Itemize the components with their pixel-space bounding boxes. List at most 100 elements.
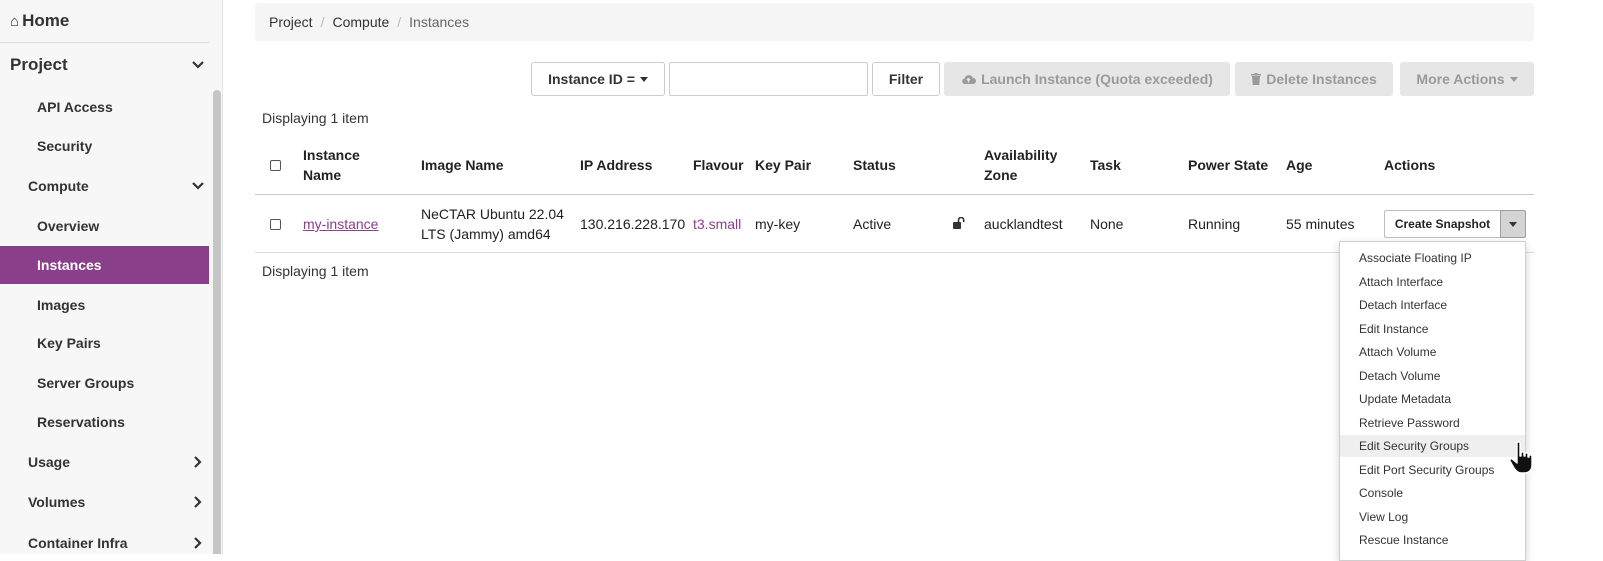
sidebar-item-compute[interactable]: Compute	[0, 167, 209, 205]
menu-item-attach-volume[interactable]: Attach Volume	[1340, 341, 1525, 363]
sidebar-item-instances[interactable]: Instances	[0, 246, 209, 284]
chevron-down-icon	[192, 182, 204, 190]
sidebar-item-label: Security	[37, 138, 93, 154]
menu-item-update-metadata[interactable]: Update Metadata	[1340, 388, 1525, 410]
sidebar-item-volumes[interactable]: Volumes	[0, 483, 209, 521]
flavour-link[interactable]: t3.small	[693, 214, 741, 234]
image-name-cell: NeCTAR Ubuntu 22.04 LTS (Jammy) amd64	[421, 204, 564, 244]
col-header-status[interactable]: Status	[853, 155, 896, 175]
menu-item-edit-security-groups[interactable]: Edit Security Groups	[1340, 435, 1525, 457]
more-actions-button[interactable]: More Actions	[1400, 62, 1534, 96]
col-header-availability-zone[interactable]: Availability Zone	[984, 145, 1057, 185]
image-name-line: NeCTAR Ubuntu 22.04	[421, 206, 564, 222]
breadcrumb-separator: /	[320, 14, 325, 30]
col-header-key-pair[interactable]: Key Pair	[755, 155, 811, 175]
launch-instance-button[interactable]: Launch Instance (Quota exceeded)	[944, 62, 1230, 96]
sidebar-item-usage[interactable]: Usage	[0, 443, 209, 481]
displaying-count-bottom: Displaying 1 item	[262, 263, 369, 279]
sidebar-item-label: Container Infra	[28, 535, 128, 551]
sidebar-item-project[interactable]: Project	[0, 45, 209, 85]
sidebar-item-server-groups[interactable]: Server Groups	[0, 364, 209, 402]
sidebar-item-label: Overview	[37, 218, 100, 234]
chevron-right-icon	[194, 537, 202, 549]
breadcrumb-separator: /	[397, 14, 402, 30]
home-label: Home	[22, 11, 70, 30]
home-link[interactable]: ⌂ Home	[10, 8, 69, 34]
col-header-line: Availability	[984, 147, 1058, 163]
sidebar-item-label: Key Pairs	[37, 335, 101, 351]
caret-down-icon	[639, 76, 648, 82]
sidebar: ⌂ Home Project API Access Security Comput…	[0, 0, 223, 554]
task-cell: None	[1090, 216, 1124, 232]
launch-instance-label: Launch Instance (Quota exceeded)	[981, 71, 1213, 87]
menu-item-rescue-instance[interactable]: Rescue Instance	[1340, 529, 1525, 551]
chevron-right-icon	[194, 456, 202, 468]
menu-item-edit-instance[interactable]: Edit Instance	[1340, 318, 1525, 340]
col-header-instance-name[interactable]: Instance Name	[303, 145, 360, 185]
filter-button[interactable]: Filter	[872, 62, 940, 96]
status-cell: Active	[853, 216, 892, 232]
filter-field-label: Instance ID =	[548, 71, 635, 87]
displaying-count-top: Displaying 1 item	[262, 110, 369, 126]
key-pair-cell: my-key	[755, 216, 801, 232]
col-header-task[interactable]: Task	[1090, 155, 1121, 175]
menu-item-associate-floating-ip[interactable]: Associate Floating IP	[1340, 247, 1525, 269]
sidebar-item-label: Instances	[37, 257, 102, 273]
col-header-line: Instance	[303, 147, 360, 163]
filter-input[interactable]	[669, 62, 868, 96]
col-header-flavour[interactable]: Flavour	[693, 155, 744, 175]
sidebar-item-label: Compute	[28, 178, 89, 194]
col-header-image-name[interactable]: Image Name	[421, 155, 503, 175]
chevron-down-icon	[192, 61, 204, 69]
power-state-cell: Running	[1188, 216, 1241, 232]
sidebar-item-api-access[interactable]: API Access	[0, 88, 209, 126]
hand-pointer-cursor-icon	[1509, 441, 1533, 474]
sidebar-item-overview[interactable]: Overview	[0, 207, 209, 245]
sidebar-item-reservations[interactable]: Reservations	[0, 403, 209, 441]
col-header-age[interactable]: Age	[1286, 155, 1312, 175]
menu-item-edit-port-security-groups[interactable]: Edit Port Security Groups	[1340, 459, 1525, 481]
more-actions-label: More Actions	[1416, 71, 1505, 87]
sidebar-item-label: Images	[37, 297, 86, 313]
ip-address-cell: 130.216.228.170	[580, 216, 686, 232]
sidebar-item-security[interactable]: Security	[0, 127, 209, 165]
age-cell: 55 minutes	[1286, 216, 1355, 232]
row-actions-dropdown-toggle[interactable]	[1500, 210, 1526, 238]
breadcrumb-current: Instances	[409, 14, 470, 30]
select-all-checkbox[interactable]	[270, 160, 281, 171]
col-header-power-state[interactable]: Power State	[1188, 155, 1268, 175]
col-header-line: Name	[303, 167, 342, 183]
breadcrumb-project[interactable]: Project	[269, 14, 313, 30]
sidebar-item-key-pairs[interactable]: Key Pairs	[0, 324, 209, 362]
sidebar-item-label: Volumes	[28, 494, 86, 510]
caret-down-icon	[1509, 76, 1518, 82]
breadcrumb-compute[interactable]: Compute	[332, 14, 389, 30]
sidebar-scrollbar[interactable]	[213, 90, 221, 554]
create-snapshot-button[interactable]: Create Snapshot	[1384, 210, 1500, 238]
delete-instances-label: Delete Instances	[1266, 71, 1377, 87]
sidebar-item-images[interactable]: Images	[0, 286, 209, 324]
col-header-actions: Actions	[1384, 157, 1436, 173]
sidebar-item-container-infra[interactable]: Container Infra	[0, 524, 209, 554]
menu-item-attach-interface[interactable]: Attach Interface	[1340, 271, 1525, 293]
menu-item-detach-interface[interactable]: Detach Interface	[1340, 294, 1525, 316]
delete-instances-button[interactable]: Delete Instances	[1235, 62, 1393, 96]
availability-zone-cell: aucklandtest	[984, 216, 1063, 232]
row-select-checkbox[interactable]	[270, 219, 281, 230]
col-header-line: Zone	[984, 167, 1018, 183]
sidebar-item-label: Usage	[28, 454, 71, 470]
sidebar-item-label: API Access	[37, 99, 113, 115]
menu-item-console[interactable]: Console	[1340, 482, 1525, 504]
cloud-upload-icon	[962, 75, 977, 84]
filter-field-select[interactable]: Instance ID =	[531, 62, 665, 96]
menu-item-view-log[interactable]: View Log	[1340, 506, 1525, 528]
chevron-right-icon	[194, 496, 202, 508]
table-header-divider	[255, 194, 1534, 195]
menu-item-retrieve-password[interactable]: Retrieve Password	[1340, 412, 1525, 434]
breadcrumb: Project / Compute / Instances	[255, 3, 1534, 41]
home-icon: ⌂	[10, 13, 20, 30]
col-header-ip-address[interactable]: IP Address	[580, 155, 652, 175]
menu-item-detach-volume[interactable]: Detach Volume	[1340, 365, 1525, 387]
trash-icon	[1251, 73, 1262, 85]
instance-name-link[interactable]: my-instance	[303, 214, 378, 234]
